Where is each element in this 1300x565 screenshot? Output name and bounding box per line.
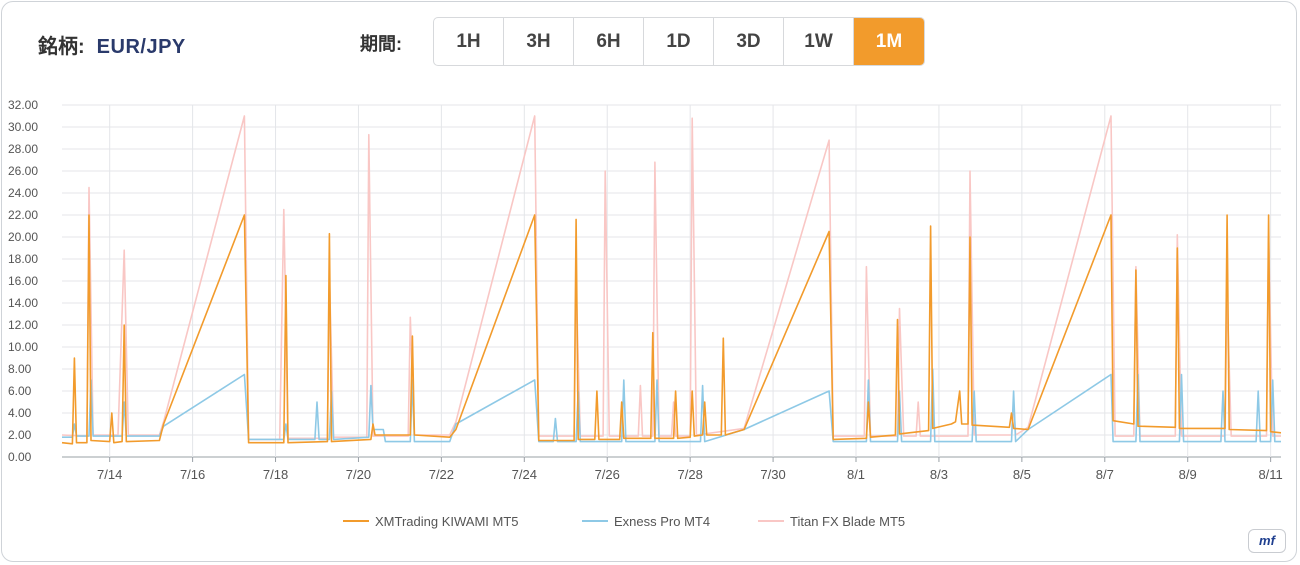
y-tick-label: 24.00	[8, 186, 38, 200]
legend-label: Exness Pro MT4	[614, 514, 710, 529]
y-tick-label: 32.00	[8, 98, 38, 112]
x-tick-label: 8/9	[1179, 467, 1197, 482]
x-tick-label: 7/26	[595, 467, 620, 482]
y-tick-label: 12.00	[8, 318, 38, 332]
x-tick-label: 8/5	[1013, 467, 1031, 482]
y-tick-label: 30.00	[8, 120, 38, 134]
y-tick-label: 4.00	[8, 406, 32, 420]
x-tick-label: 7/20	[346, 467, 371, 482]
legend-label: Titan FX Blade MT5	[790, 514, 905, 529]
y-tick-label: 10.00	[8, 340, 38, 354]
x-tick-label: 7/16	[180, 467, 205, 482]
y-tick-label: 28.00	[8, 142, 38, 156]
legend-label: XMTrading KIWAMI MT5	[375, 514, 519, 529]
y-tick-label: 22.00	[8, 208, 38, 222]
series-line-0	[61, 214, 1282, 445]
x-tick-label: 8/7	[1096, 467, 1114, 482]
y-tick-label: 16.00	[8, 274, 38, 288]
y-tick-label: 26.00	[8, 164, 38, 178]
y-tick-label: 18.00	[8, 252, 38, 266]
y-tick-label: 0.00	[8, 450, 32, 464]
x-tick-label: 7/30	[760, 467, 785, 482]
y-tick-label: 20.00	[8, 230, 38, 244]
x-tick-label: 7/28	[678, 467, 703, 482]
y-tick-label: 14.00	[8, 296, 38, 310]
x-tick-label: 7/14	[97, 467, 122, 482]
spread-line-chart: 0.00 2.00 4.00 6.00 8.00 10.00 12.00 14.00 16.00…	[8, 98, 1283, 529]
x-tick-label: 7/18	[263, 467, 288, 482]
x-tick-label: 7/22	[429, 467, 454, 482]
y-tick-label: 2.00	[8, 428, 32, 442]
x-tick-label: 7/24	[512, 467, 537, 482]
x-tick-label: 8/11	[1258, 467, 1282, 482]
y-tick-label: 6.00	[8, 384, 32, 398]
x-tick-label: 8/3	[930, 467, 948, 482]
y-tick-label: 8.00	[8, 362, 32, 376]
x-tick-label: 8/1	[847, 467, 865, 482]
